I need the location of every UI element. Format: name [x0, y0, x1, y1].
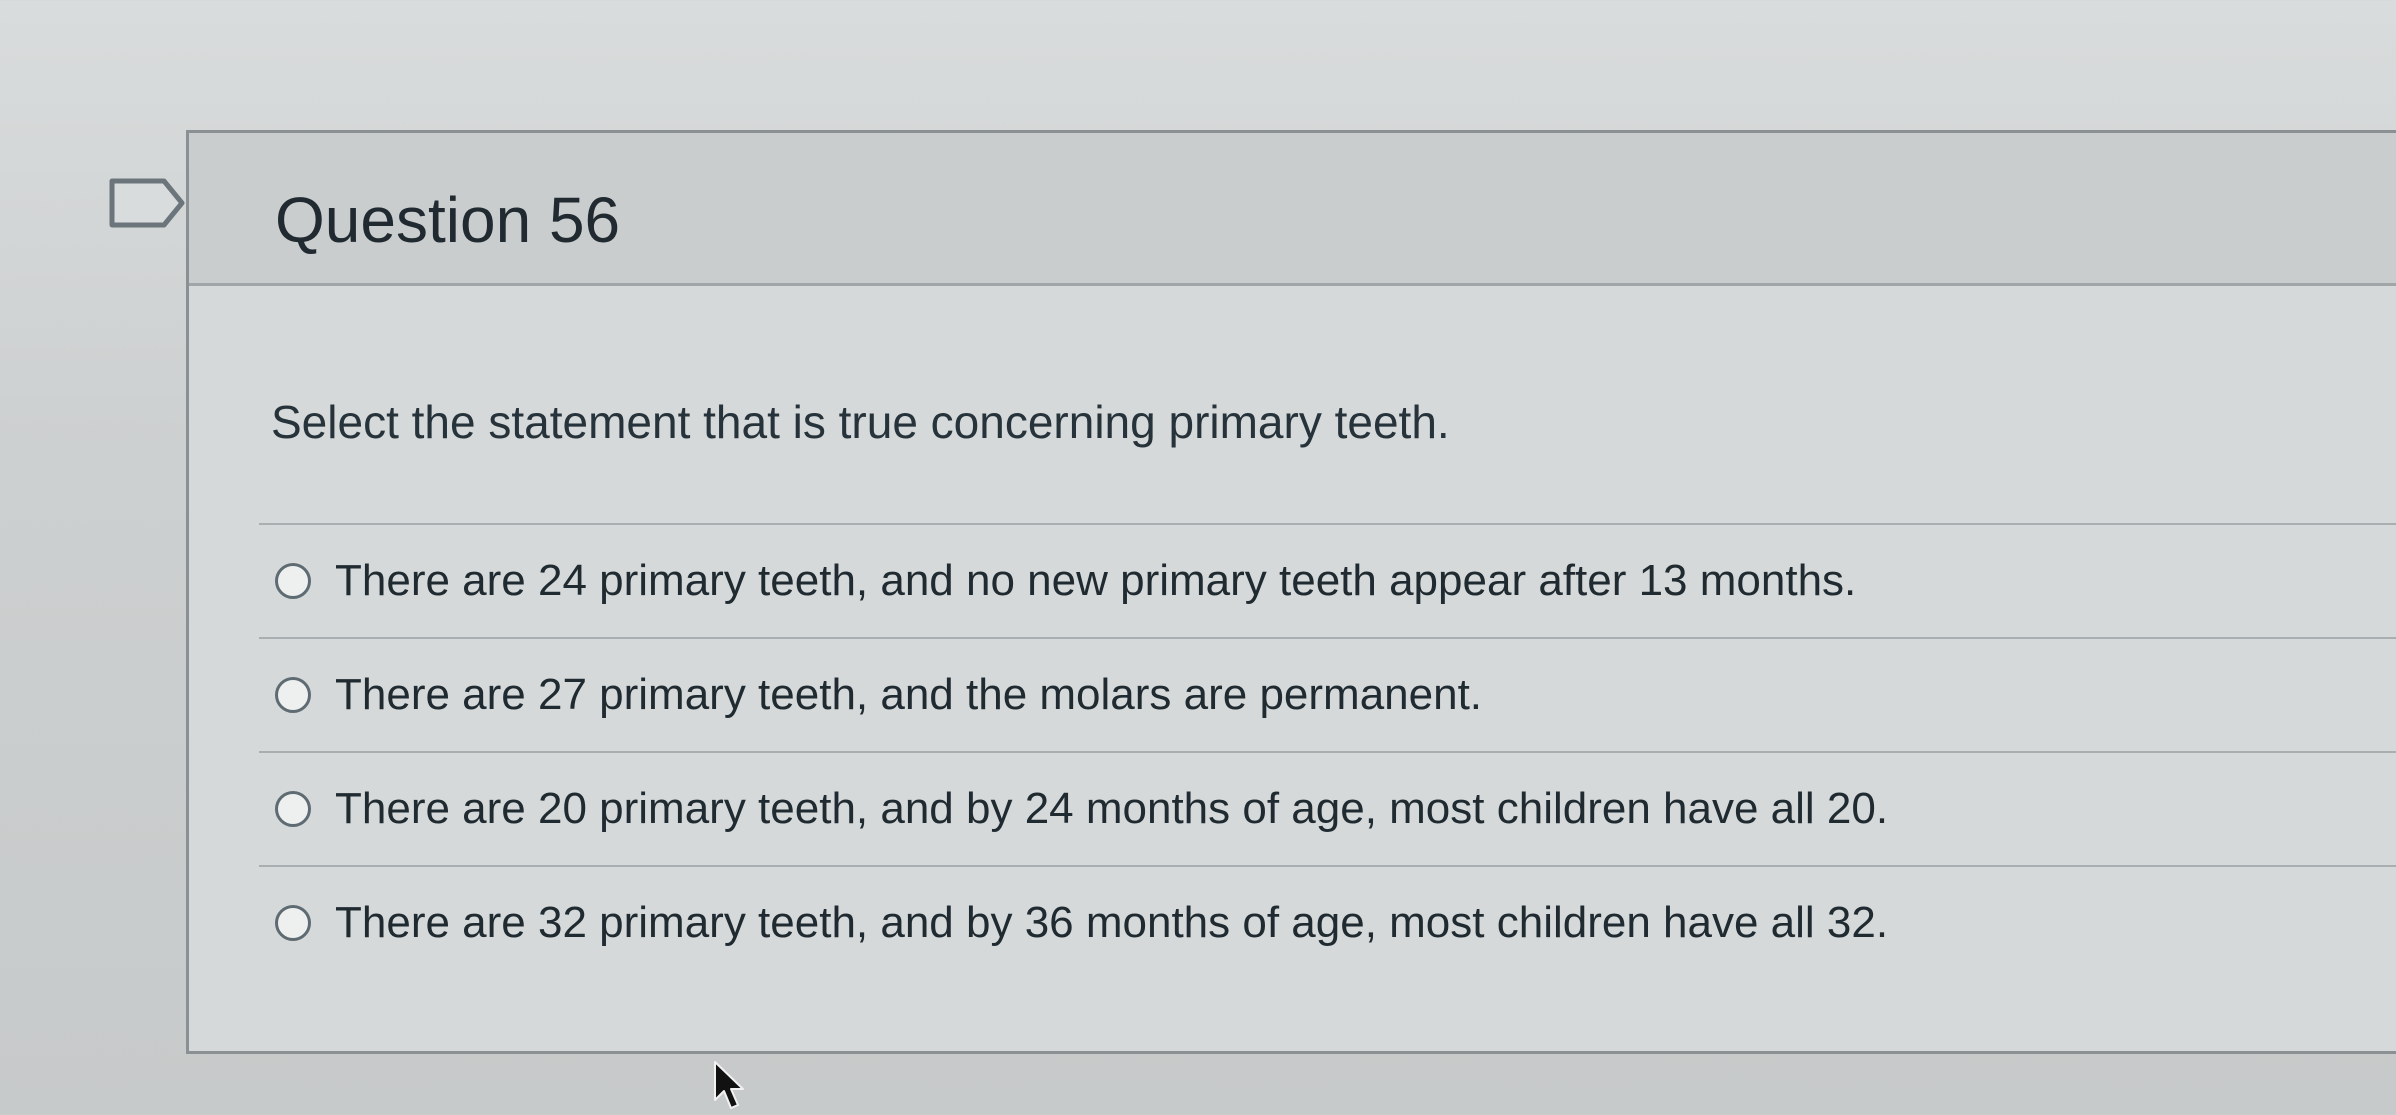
- answer-option[interactable]: There are 20 primary teeth, and by 24 mo…: [259, 751, 2396, 865]
- question-title: Question 56: [275, 184, 621, 256]
- answer-label[interactable]: There are 24 primary teeth, and no new p…: [335, 556, 1856, 606]
- answer-label[interactable]: There are 32 primary teeth, and by 36 mo…: [335, 898, 1888, 948]
- flag-question-icon[interactable]: [108, 177, 188, 229]
- answer-label[interactable]: There are 20 primary teeth, and by 24 mo…: [335, 784, 1888, 834]
- question-header: Question 56 1: [189, 133, 2396, 286]
- radio-button[interactable]: [275, 791, 311, 827]
- radio-button[interactable]: [275, 905, 311, 941]
- question-prompt: Select the statement that is true concer…: [271, 396, 1450, 448]
- mouse-pointer-icon: [714, 1061, 744, 1109]
- radio-button[interactable]: [275, 677, 311, 713]
- answer-label[interactable]: There are 27 primary teeth, and the mola…: [335, 670, 1482, 720]
- answer-option[interactable]: There are 24 primary teeth, and no new p…: [259, 523, 2396, 637]
- answer-list: There are 24 primary teeth, and no new p…: [259, 523, 2396, 979]
- question-card: Question 56 1 Select the statement that …: [186, 130, 2396, 1054]
- radio-button[interactable]: [275, 563, 311, 599]
- answer-option[interactable]: There are 32 primary teeth, and by 36 mo…: [259, 865, 2396, 979]
- answer-option[interactable]: There are 27 primary teeth, and the mola…: [259, 637, 2396, 751]
